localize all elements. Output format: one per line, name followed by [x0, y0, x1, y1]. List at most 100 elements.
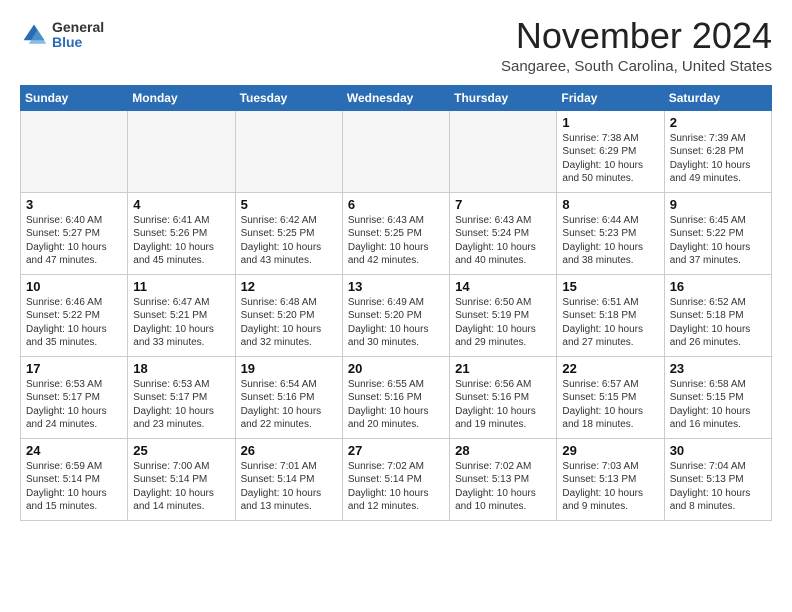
calendar-week-1: 3 Sunrise: 6:40 AM Sunset: 5:27 PM Daylig…	[21, 192, 772, 274]
day-number: 5	[241, 197, 337, 212]
calendar-cell: 25 Sunrise: 7:00 AM Sunset: 5:14 PM Dayli…	[128, 438, 235, 520]
day-number: 21	[455, 361, 551, 376]
calendar-week-4: 24 Sunrise: 6:59 AM Sunset: 5:14 PM Dayli…	[21, 438, 772, 520]
logo-icon	[20, 21, 48, 49]
calendar-cell: 2 Sunrise: 7:39 AM Sunset: 6:28 PM Daylig…	[664, 110, 771, 192]
calendar-table: SundayMondayTuesdayWednesdayThursdayFrid…	[20, 85, 772, 521]
calendar-cell: 7Sunrise: 6:43 AM Sunset: 5:24 PM Daylig…	[450, 192, 557, 274]
logo-text: General Blue	[52, 20, 104, 51]
logo-general: General	[52, 20, 104, 35]
calendar-week-3: 17 Sunrise: 6:53 AM Sunset: 5:17 PM Dayli…	[21, 356, 772, 438]
day-number: 22	[562, 361, 658, 376]
cell-info: Sunrise: 6:50 AM Sunset: 5:19 PM Dayligh…	[455, 296, 551, 350]
calendar-cell: 16 Sunrise: 6:52 AM Sunset: 5:18 PM Dayli…	[664, 274, 771, 356]
cell-info: Sunrise: 6:43 AM Sunset: 5:24 PM Dayligh…	[455, 214, 551, 268]
cell-info: Sunrise: 7:01 AM Sunset: 5:14 PM Dayligh…	[241, 460, 337, 514]
weekday-header-friday: Friday	[557, 85, 664, 110]
cell-info: Sunrise: 6:49 AM Sunset: 5:20 PM Dayligh…	[348, 296, 444, 350]
calendar-cell	[450, 110, 557, 192]
cell-info: Sunrise: 6:45 AM Sunset: 5:22 PM Dayligh…	[670, 214, 766, 268]
header: General Blue November 2024 Sangaree, Sou…	[20, 16, 772, 75]
cell-info: Sunrise: 7:02 AM Sunset: 5:13 PM Dayligh…	[455, 460, 551, 514]
calendar-cell: 26 Sunrise: 7:01 AM Sunset: 5:14 PM Dayli…	[235, 438, 342, 520]
cell-info: Sunrise: 6:53 AM Sunset: 5:17 PM Dayligh…	[133, 378, 229, 432]
cell-info: Sunrise: 6:54 AM Sunset: 5:16 PM Dayligh…	[241, 378, 337, 432]
calendar-cell: 6Sunrise: 6:43 AM Sunset: 5:25 PM Daylig…	[342, 192, 449, 274]
location-subtitle: Sangaree, South Carolina, United States	[501, 58, 772, 75]
logo: General Blue	[20, 20, 104, 51]
calendar-cell: 15 Sunrise: 6:51 AM Sunset: 5:18 PM Dayli…	[557, 274, 664, 356]
day-number: 18	[133, 361, 229, 376]
day-number: 3	[26, 197, 122, 212]
calendar-cell: 22 Sunrise: 6:57 AM Sunset: 5:15 PM Dayli…	[557, 356, 664, 438]
calendar-cell: 21 Sunrise: 6:56 AM Sunset: 5:16 PM Dayli…	[450, 356, 557, 438]
day-number: 28	[455, 443, 551, 458]
calendar-cell: 20Sunrise: 6:55 AM Sunset: 5:16 PM Dayli…	[342, 356, 449, 438]
month-title: November 2024	[501, 16, 772, 56]
calendar-cell: 11Sunrise: 6:47 AM Sunset: 5:21 PM Dayli…	[128, 274, 235, 356]
page: General Blue November 2024 Sangaree, Sou…	[0, 0, 792, 612]
cell-info: Sunrise: 6:59 AM Sunset: 5:14 PM Dayligh…	[26, 460, 122, 514]
cell-info: Sunrise: 6:44 AM Sunset: 5:23 PM Dayligh…	[562, 214, 658, 268]
day-number: 4	[133, 197, 229, 212]
calendar-cell: 29 Sunrise: 7:03 AM Sunset: 5:13 PM Dayli…	[557, 438, 664, 520]
day-number: 17	[26, 361, 122, 376]
day-number: 30	[670, 443, 766, 458]
day-number: 25	[133, 443, 229, 458]
calendar-cell	[342, 110, 449, 192]
weekday-header-sunday: Sunday	[21, 85, 128, 110]
cell-info: Sunrise: 7:02 AM Sunset: 5:14 PM Dayligh…	[348, 460, 444, 514]
cell-info: Sunrise: 6:51 AM Sunset: 5:18 PM Dayligh…	[562, 296, 658, 350]
day-number: 14	[455, 279, 551, 294]
cell-info: Sunrise: 6:46 AM Sunset: 5:22 PM Dayligh…	[26, 296, 122, 350]
day-number: 29	[562, 443, 658, 458]
calendar-cell	[21, 110, 128, 192]
calendar-cell: 23 Sunrise: 6:58 AM Sunset: 5:15 PM Dayli…	[664, 356, 771, 438]
calendar-cell: 8 Sunrise: 6:44 AM Sunset: 5:23 PM Daylig…	[557, 192, 664, 274]
weekday-header-saturday: Saturday	[664, 85, 771, 110]
calendar-cell: 30 Sunrise: 7:04 AM Sunset: 5:13 PM Dayli…	[664, 438, 771, 520]
calendar-cell: 3 Sunrise: 6:40 AM Sunset: 5:27 PM Daylig…	[21, 192, 128, 274]
cell-info: Sunrise: 6:41 AM Sunset: 5:26 PM Dayligh…	[133, 214, 229, 268]
weekday-header-tuesday: Tuesday	[235, 85, 342, 110]
calendar-cell: 28 Sunrise: 7:02 AM Sunset: 5:13 PM Dayli…	[450, 438, 557, 520]
day-number: 23	[670, 361, 766, 376]
day-number: 12	[241, 279, 337, 294]
cell-info: Sunrise: 6:58 AM Sunset: 5:15 PM Dayligh…	[670, 378, 766, 432]
calendar-cell: 12Sunrise: 6:48 AM Sunset: 5:20 PM Dayli…	[235, 274, 342, 356]
calendar-cell	[128, 110, 235, 192]
calendar-cell: 4 Sunrise: 6:41 AM Sunset: 5:26 PM Daylig…	[128, 192, 235, 274]
calendar-cell: 1Sunrise: 7:38 AM Sunset: 6:29 PM Daylig…	[557, 110, 664, 192]
day-number: 13	[348, 279, 444, 294]
day-number: 24	[26, 443, 122, 458]
day-number: 8	[562, 197, 658, 212]
day-number: 10	[26, 279, 122, 294]
day-number: 11	[133, 279, 229, 294]
cell-info: Sunrise: 6:56 AM Sunset: 5:16 PM Dayligh…	[455, 378, 551, 432]
cell-info: Sunrise: 7:04 AM Sunset: 5:13 PM Dayligh…	[670, 460, 766, 514]
cell-info: Sunrise: 6:43 AM Sunset: 5:25 PM Dayligh…	[348, 214, 444, 268]
weekday-header-row: SundayMondayTuesdayWednesdayThursdayFrid…	[21, 85, 772, 110]
calendar-cell: 19Sunrise: 6:54 AM Sunset: 5:16 PM Dayli…	[235, 356, 342, 438]
day-number: 27	[348, 443, 444, 458]
cell-info: Sunrise: 7:03 AM Sunset: 5:13 PM Dayligh…	[562, 460, 658, 514]
day-number: 9	[670, 197, 766, 212]
cell-info: Sunrise: 6:40 AM Sunset: 5:27 PM Dayligh…	[26, 214, 122, 268]
weekday-header-thursday: Thursday	[450, 85, 557, 110]
cell-info: Sunrise: 6:53 AM Sunset: 5:17 PM Dayligh…	[26, 378, 122, 432]
day-number: 26	[241, 443, 337, 458]
cell-info: Sunrise: 7:00 AM Sunset: 5:14 PM Dayligh…	[133, 460, 229, 514]
cell-info: Sunrise: 7:39 AM Sunset: 6:28 PM Dayligh…	[670, 132, 766, 186]
cell-info: Sunrise: 6:57 AM Sunset: 5:15 PM Dayligh…	[562, 378, 658, 432]
day-number: 2	[670, 115, 766, 130]
cell-info: Sunrise: 6:52 AM Sunset: 5:18 PM Dayligh…	[670, 296, 766, 350]
cell-info: Sunrise: 6:42 AM Sunset: 5:25 PM Dayligh…	[241, 214, 337, 268]
logo-blue: Blue	[52, 35, 104, 50]
calendar-cell: 27 Sunrise: 7:02 AM Sunset: 5:14 PM Dayli…	[342, 438, 449, 520]
calendar-cell: 13 Sunrise: 6:49 AM Sunset: 5:20 PM Dayli…	[342, 274, 449, 356]
day-number: 15	[562, 279, 658, 294]
weekday-header-monday: Monday	[128, 85, 235, 110]
calendar-week-2: 10 Sunrise: 6:46 AM Sunset: 5:22 PM Dayli…	[21, 274, 772, 356]
calendar-cell: 14 Sunrise: 6:50 AM Sunset: 5:19 PM Dayli…	[450, 274, 557, 356]
day-number: 16	[670, 279, 766, 294]
